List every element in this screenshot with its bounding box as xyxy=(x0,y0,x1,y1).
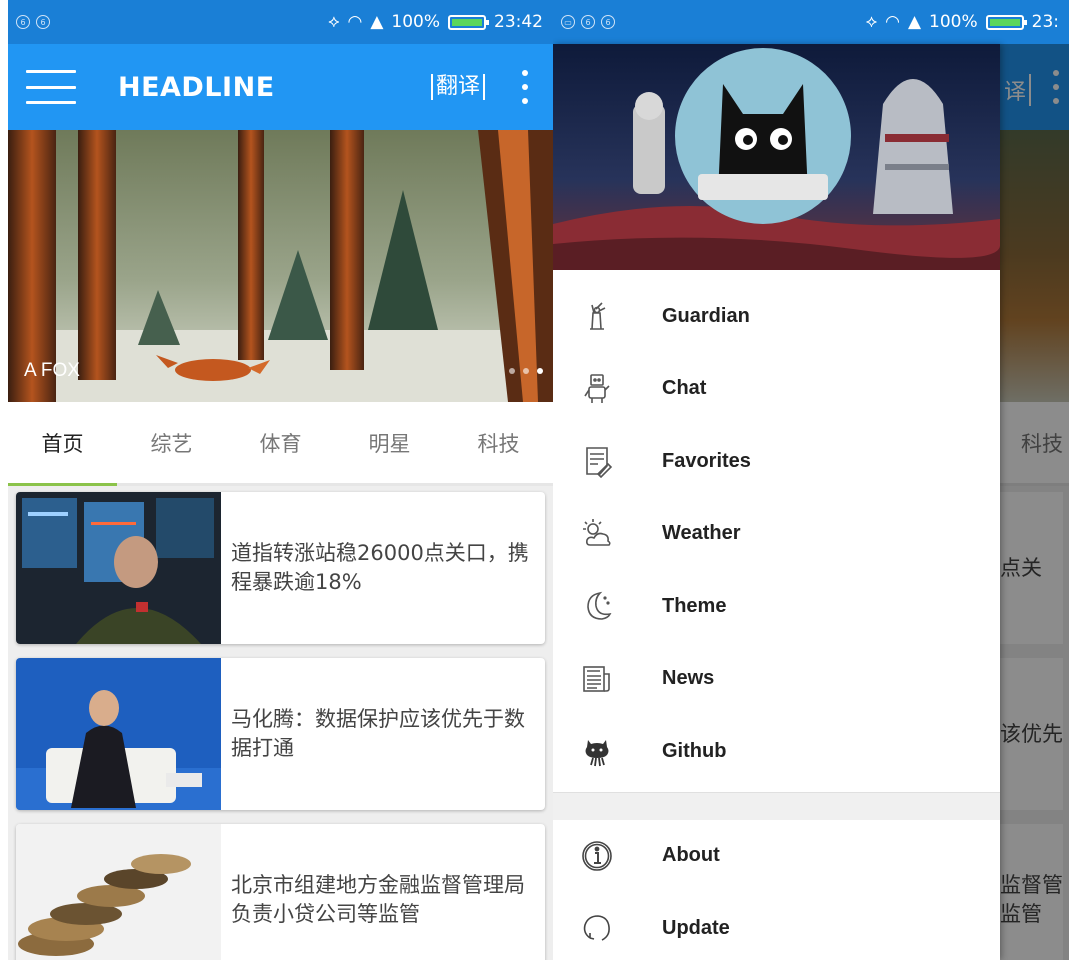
banner-carousel[interactable]: A FOX xyxy=(8,130,553,402)
sun-cloud-icon xyxy=(577,514,617,554)
tab-variety[interactable]: 综艺 xyxy=(117,402,226,483)
wifi-icon: ◠ xyxy=(885,12,900,32)
moon-icon xyxy=(577,586,617,626)
status-time: 23: xyxy=(1031,12,1059,32)
menu-label: Weather xyxy=(662,522,741,545)
news-thumbnail xyxy=(16,658,221,810)
menu-label: Favorites xyxy=(662,449,751,472)
menu-item-news[interactable]: News xyxy=(553,643,1000,716)
battery-percent: 100% xyxy=(929,12,978,32)
menu-label: Chat xyxy=(662,377,707,400)
translate-button[interactable]: 翻译 xyxy=(430,74,485,100)
menu-label: Update xyxy=(662,916,730,939)
battery-percent: 100% xyxy=(391,12,440,32)
tab-tech[interactable]: 科技 xyxy=(444,402,553,483)
refresh-icon xyxy=(577,908,617,948)
menu-icon[interactable] xyxy=(26,70,76,104)
tab-home[interactable]: 首页 xyxy=(8,402,117,486)
battery-icon xyxy=(448,14,489,30)
drawer-menu: Guardian Chat Favorites Weather Theme Ne… xyxy=(553,270,1000,960)
info-icon xyxy=(577,836,617,876)
menu-item-guardian[interactable]: Guardian xyxy=(553,280,1000,353)
news-list: 道指转涨站稳26000点关口，携程暴跌逾18% 马化腾：数据保护应该优先于数据打… xyxy=(8,486,553,960)
tab-celebrity[interactable]: 明星 xyxy=(335,402,444,483)
vibrate-icon: ⟡ xyxy=(328,12,340,32)
battery-icon xyxy=(985,14,1027,30)
banner-caption: A FOX xyxy=(24,360,80,381)
wifi-icon: ◠ xyxy=(347,12,363,32)
menu-item-theme[interactable]: Theme xyxy=(553,570,1000,643)
menu-label: Github xyxy=(662,739,727,762)
news-title: 马化腾：数据保护应该优先于数据打通 xyxy=(231,707,525,760)
carousel-dots xyxy=(509,368,543,374)
news-title: 北京市组建地方金融监督管理局 负责小贷公司等监管 xyxy=(231,873,525,926)
vibrate-icon: ⟡ xyxy=(865,12,878,32)
signal-icon: ▲ xyxy=(907,12,922,32)
menu-item-chat[interactable]: Chat xyxy=(553,353,1000,426)
drawer-header xyxy=(553,44,1000,270)
newspaper-icon xyxy=(577,659,617,699)
menu-label: About xyxy=(662,844,720,867)
menu-item-update[interactable]: Update xyxy=(553,892,1000,960)
app-title: HEADLINE xyxy=(118,71,275,103)
menu-item-weather[interactable]: Weather xyxy=(553,498,1000,571)
news-title: 道指转涨站稳26000点关口，携程暴跌逾18% xyxy=(231,541,529,594)
signal-icon: ▲ xyxy=(370,12,384,32)
drawer-screen: ▭66 ⟡ ◠ ▲ 100% 23: 译 科技 点关 该优先 监督管 监管 xyxy=(553,0,1069,960)
navigation-drawer: Guardian Chat Favorites Weather Theme Ne… xyxy=(553,44,1000,960)
news-thumbnail xyxy=(16,824,221,960)
liberty-icon xyxy=(577,296,617,336)
menu-item-favorites[interactable]: Favorites xyxy=(553,425,1000,498)
menu-label: News xyxy=(662,667,715,690)
news-thumbnail xyxy=(16,492,221,644)
tab-sports[interactable]: 体育 xyxy=(226,402,335,483)
status-bar: 66 ⟡ ◠ ▲ 100% 23:42 xyxy=(8,0,553,44)
news-card[interactable]: 北京市组建地方金融监督管理局 负责小贷公司等监管 xyxy=(16,824,545,960)
menu-label: Guardian xyxy=(662,304,750,327)
app-bar: HEADLINE 翻译 xyxy=(8,44,553,130)
main-screen: 66 ⟡ ◠ ▲ 100% 23:42 HEADLINE 翻译 A FOX 首页… xyxy=(8,0,553,960)
menu-label: Theme xyxy=(662,594,727,617)
menu-item-about[interactable]: About xyxy=(553,820,1000,893)
menu-divider xyxy=(553,791,1000,820)
octocat-icon xyxy=(577,731,617,771)
category-tabs: 首页 综艺 体育 明星 科技 xyxy=(8,402,553,486)
menu-item-github[interactable]: Github xyxy=(553,715,1000,788)
more-options-icon[interactable] xyxy=(513,70,537,104)
space-cat-image xyxy=(553,44,1000,270)
news-card[interactable]: 道指转涨站稳26000点关口，携程暴跌逾18% xyxy=(16,492,545,644)
drawer-scrim[interactable] xyxy=(1000,44,1069,960)
robot-icon xyxy=(577,369,617,409)
status-time: 23:42 xyxy=(494,12,543,32)
note-pencil-icon xyxy=(577,441,617,481)
notification-icons: ▭ 6 6 xyxy=(553,15,615,29)
status-bar: ▭ 6 6 ⟡ ◠ ▲ 100% 23: xyxy=(553,0,1069,44)
forest-fox-image xyxy=(8,130,553,402)
notification-icons: 66 xyxy=(8,15,50,29)
news-card[interactable]: 马化腾：数据保护应该优先于数据打通 xyxy=(16,658,545,810)
